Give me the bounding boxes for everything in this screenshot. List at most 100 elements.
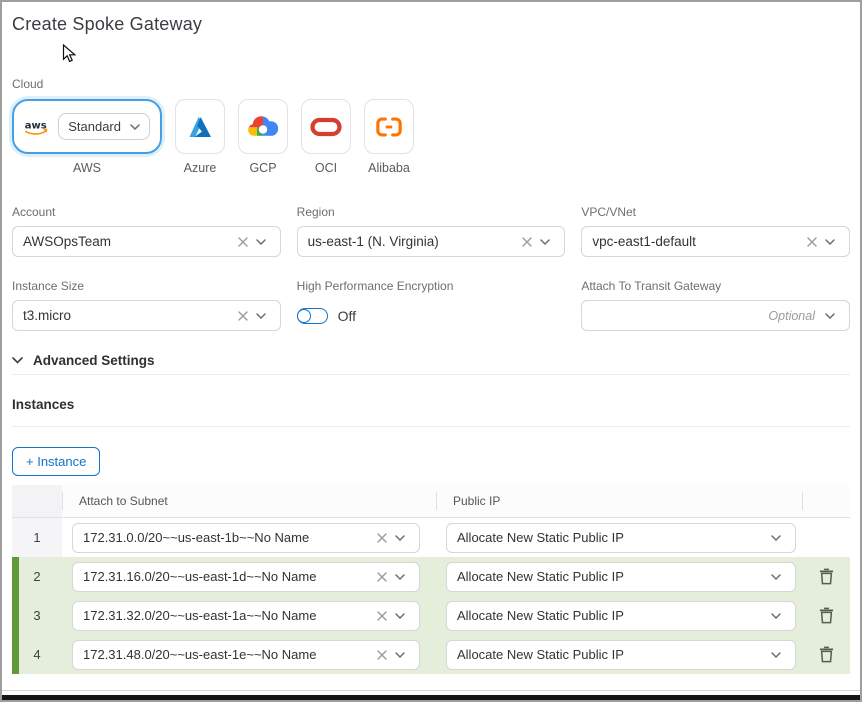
chevron-down-icon[interactable] xyxy=(252,313,270,319)
delete-row-button[interactable] xyxy=(819,646,834,663)
region-value: us-east-1 (N. Virginia) xyxy=(308,234,519,249)
cloud-caption-oci: OCI xyxy=(315,161,337,175)
chevron-down-icon[interactable] xyxy=(391,613,409,619)
vpc-label: VPC/VNet xyxy=(581,205,850,219)
row-highlight-strip xyxy=(12,557,19,596)
instance-size-value: t3.micro xyxy=(23,308,234,323)
chevron-down-icon[interactable] xyxy=(252,239,270,245)
instance-row: 4 172.31.48.0/20~~us-east-1e~~No Name Al… xyxy=(12,635,850,674)
transit-gateway-select[interactable]: Optional xyxy=(581,300,850,331)
toggle-knob xyxy=(297,309,311,323)
instance-size-select[interactable]: t3.micro xyxy=(12,300,281,331)
aws-logo-icon: aws xyxy=(24,115,49,139)
instance-row: 2 172.31.16.0/20~~us-east-1d~~No Name Al… xyxy=(12,557,850,596)
divider xyxy=(12,426,850,427)
svg-text:aws: aws xyxy=(25,120,47,131)
trash-icon xyxy=(819,646,834,663)
clear-icon[interactable] xyxy=(518,237,536,247)
clear-icon[interactable] xyxy=(803,237,821,247)
clear-icon[interactable] xyxy=(234,311,252,321)
divider xyxy=(2,690,860,691)
subnet-value: 172.31.48.0/20~~us-east-1e~~No Name xyxy=(83,647,373,662)
chevron-down-icon[interactable] xyxy=(821,313,839,319)
vpc-value: vpc-east1-default xyxy=(592,234,803,249)
subnet-select[interactable]: 172.31.16.0/20~~us-east-1d~~No Name xyxy=(72,562,420,592)
page-title: Create Spoke Gateway xyxy=(12,14,850,35)
hpe-label: High Performance Encryption xyxy=(297,279,566,293)
trash-icon xyxy=(819,607,834,624)
chevron-down-icon[interactable] xyxy=(767,535,785,541)
clear-icon[interactable] xyxy=(373,650,391,660)
cloud-caption-gcp: GCP xyxy=(249,161,276,175)
gcp-logo-icon xyxy=(246,113,280,140)
row-number-column-header xyxy=(12,485,62,517)
advanced-settings-label: Advanced Settings xyxy=(33,353,155,368)
public-ip-select[interactable]: Allocate New Static Public IP xyxy=(446,601,796,631)
subnet-select[interactable]: 172.31.48.0/20~~us-east-1e~~No Name xyxy=(72,640,420,670)
gateway-form: Account AWSOpsTeam Region us-east-1 (N. … xyxy=(12,205,850,331)
public-ip-value: Allocate New Static Public IP xyxy=(457,608,767,623)
instances-heading: Instances xyxy=(12,397,850,412)
chevron-down-icon[interactable] xyxy=(767,613,785,619)
public-ip-select[interactable]: Allocate New Static Public IP xyxy=(446,523,796,553)
chevron-down-icon[interactable] xyxy=(391,652,409,658)
row-number: 4 xyxy=(12,635,62,674)
hpe-toggle[interactable] xyxy=(297,308,328,324)
clear-icon[interactable] xyxy=(373,572,391,582)
chevron-down-icon[interactable] xyxy=(767,574,785,580)
subnet-value: 172.31.32.0/20~~us-east-1a~~No Name xyxy=(83,608,373,623)
subnet-column-header: Attach to Subnet xyxy=(79,494,168,508)
cloud-card-gcp[interactable] xyxy=(238,99,288,154)
public-ip-value: Allocate New Static Public IP xyxy=(457,647,767,662)
advanced-settings-toggle[interactable]: Advanced Settings xyxy=(12,353,850,368)
chevron-down-icon[interactable] xyxy=(536,239,554,245)
cloud-caption-aws: AWS xyxy=(73,161,101,175)
cloud-card-alibaba[interactable] xyxy=(364,99,414,154)
row-number: 2 xyxy=(12,557,62,596)
cloud-card-azure[interactable] xyxy=(175,99,225,154)
chevron-down-icon[interactable] xyxy=(767,652,785,658)
instance-size-label: Instance Size xyxy=(12,279,281,293)
row-number: 3 xyxy=(12,596,62,635)
public-ip-select[interactable]: Allocate New Static Public IP xyxy=(446,640,796,670)
trash-icon xyxy=(819,568,834,585)
cloud-provider-cards: aws Standard AWS xyxy=(12,99,850,175)
chevron-down-icon[interactable] xyxy=(391,574,409,580)
delete-row-button[interactable] xyxy=(819,568,834,585)
cloud-card-oci[interactable] xyxy=(301,99,351,154)
account-value: AWSOpsTeam xyxy=(23,234,234,249)
cloud-card-aws[interactable]: aws Standard xyxy=(12,99,162,154)
add-instance-button[interactable]: + Instance xyxy=(12,447,100,476)
row-highlight-strip xyxy=(12,635,19,674)
vpc-select[interactable]: vpc-east1-default xyxy=(581,226,850,257)
aws-tier-value: Standard xyxy=(68,119,121,134)
instances-table: Attach to Subnet Public IP 1 172.31.0.0/… xyxy=(12,485,850,674)
oci-logo-icon xyxy=(309,114,343,140)
aws-tier-select[interactable]: Standard xyxy=(58,113,150,140)
public-ip-column-header: Public IP xyxy=(453,494,500,508)
account-label: Account xyxy=(12,205,281,219)
instances-table-header: Attach to Subnet Public IP xyxy=(12,485,850,518)
account-select[interactable]: AWSOpsTeam xyxy=(12,226,281,257)
window-bottom-bar xyxy=(2,695,860,700)
row-number: 1 xyxy=(12,518,62,557)
subnet-select[interactable]: 172.31.0.0/20~~us-east-1b~~No Name xyxy=(72,523,420,553)
chevron-down-icon[interactable] xyxy=(391,535,409,541)
chevron-down-icon xyxy=(130,124,140,130)
chevron-down-icon[interactable] xyxy=(821,239,839,245)
transit-gateway-placeholder: Optional xyxy=(592,309,821,323)
alibaba-logo-icon xyxy=(373,114,405,140)
public-ip-select[interactable]: Allocate New Static Public IP xyxy=(446,562,796,592)
public-ip-value: Allocate New Static Public IP xyxy=(457,569,767,584)
create-spoke-gateway-window: Create Spoke Gateway Cloud aws Standard xyxy=(0,0,862,702)
cloud-caption-azure: Azure xyxy=(184,161,217,175)
clear-icon[interactable] xyxy=(373,533,391,543)
public-ip-value: Allocate New Static Public IP xyxy=(457,530,767,545)
delete-row-button[interactable] xyxy=(819,607,834,624)
subnet-select[interactable]: 172.31.32.0/20~~us-east-1a~~No Name xyxy=(72,601,420,631)
azure-logo-icon xyxy=(186,113,214,141)
clear-icon[interactable] xyxy=(234,237,252,247)
clear-icon[interactable] xyxy=(373,611,391,621)
subnet-value: 172.31.0.0/20~~us-east-1b~~No Name xyxy=(83,530,373,545)
region-select[interactable]: us-east-1 (N. Virginia) xyxy=(297,226,566,257)
